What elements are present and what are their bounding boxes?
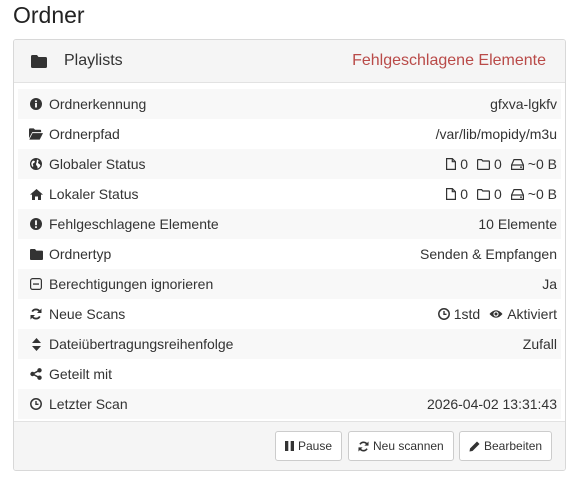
row-label: Geteilt mit [49, 366, 113, 382]
row-folder-id: Ordnerkennung gfxva-lgkfv [18, 89, 561, 119]
row-label: Lokaler Status [49, 186, 139, 202]
folder-type-value: Senden & Empfangen [420, 246, 557, 262]
folder-id-value: gfxva-lgkfv [490, 96, 557, 112]
page-title: Ordner [13, 2, 85, 28]
local-status-value: 0 0 ~0 B [446, 186, 557, 202]
clock-icon [29, 398, 43, 410]
eye-icon [489, 310, 503, 318]
last-scan-value: 2026-04-02 13:31:43 [427, 396, 557, 412]
local-dirs-count: 0 [494, 186, 502, 202]
refresh-icon [29, 308, 43, 320]
folder-name: Playlists [64, 52, 123, 69]
row-rescans: Neue Scans 1std Aktiviert [18, 299, 561, 329]
pause-button[interactable]: Pause [275, 431, 343, 461]
folder-path-value: /var/lib/mopidy/m3u [435, 126, 557, 142]
sort-icon [29, 337, 43, 351]
row-folder-path: Ordnerpfad /var/lib/mopidy/m3u [18, 119, 561, 149]
row-label: Dateiübertragungsreihenfolge [49, 336, 234, 352]
row-label: Neue Scans [49, 306, 126, 322]
global-files-count: 0 [460, 156, 468, 172]
rescan-button[interactable]: Neu scannen [348, 431, 454, 461]
pause-icon [285, 441, 294, 451]
pull-order-value: Zufall [522, 336, 557, 352]
row-label: Ordnerpfad [49, 126, 120, 142]
folder-status: Fehlgeschlagene Elemente [352, 52, 546, 69]
rescans-value: 1std Aktiviert [437, 306, 557, 322]
folder-open-icon [29, 128, 43, 140]
global-dirs-count: 0 [494, 156, 502, 172]
refresh-icon [358, 440, 369, 452]
file-icon [446, 158, 457, 170]
row-failed-items: Fehlgeschlagene Elemente 10 Elemente [18, 209, 561, 239]
row-local-status: Lokaler Status 0 0 ~0 B [18, 179, 561, 209]
row-pull-order: Dateiübertragungsreihenfolge Zufall [18, 329, 561, 359]
share-icon [29, 368, 43, 380]
row-label: Ordnerkennung [49, 96, 147, 112]
folder-outline-icon [477, 188, 490, 200]
folder-icon [31, 54, 49, 68]
row-label: Letzter Scan [49, 396, 128, 412]
watch-status: Aktiviert [507, 306, 557, 322]
clock-icon [437, 308, 450, 320]
row-ignore-permissions: Berechtigungen ignorieren Ja [18, 269, 561, 299]
local-size: ~0 B [527, 186, 557, 202]
pencil-icon [469, 441, 480, 451]
folder-panel-header[interactable]: Playlists Fehlgeschlagene Elemente [14, 40, 565, 83]
rescan-button-label: Neu scannen [373, 439, 444, 453]
row-label: Fehlgeschlagene Elemente [49, 216, 219, 232]
folder-outline-icon [477, 158, 490, 170]
globe-icon [29, 158, 43, 170]
file-icon [446, 188, 457, 200]
rescan-interval: 1std [453, 306, 481, 322]
row-global-status: Globaler Status 0 0 ~0 B [18, 149, 561, 179]
row-label: Berechtigungen ignorieren [49, 276, 214, 292]
panel-footer: Pause Neu scannen Bearbeiten [14, 421, 565, 470]
info-circle-icon [29, 98, 43, 110]
row-label: Ordnertyp [49, 246, 112, 262]
local-files-count: 0 [460, 186, 468, 202]
folder-icon [29, 248, 43, 260]
pause-button-label: Pause [298, 439, 333, 453]
ignore-permissions-value: Ja [542, 276, 557, 292]
hdd-icon [510, 158, 524, 170]
row-folder-type: Ordnertyp Senden & Empfangen [18, 239, 561, 269]
row-shared-with: Geteilt mit [18, 359, 561, 389]
edit-button-label: Bearbeiten [484, 439, 543, 453]
edit-button[interactable]: Bearbeiten [459, 431, 553, 461]
home-icon [29, 188, 43, 200]
row-label: Globaler Status [49, 156, 146, 172]
row-last-scan: Letzter Scan 2026-04-02 13:31:43 [18, 389, 561, 419]
exclamation-circle-icon [29, 218, 43, 230]
folder-panel: Playlists Fehlgeschlagene Elemente Ordne… [13, 39, 566, 471]
global-size: ~0 B [527, 156, 557, 172]
hdd-icon [510, 188, 524, 200]
failed-items-link[interactable]: 10 Elemente [478, 216, 557, 232]
global-status-value: 0 0 ~0 B [446, 156, 557, 172]
minus-square-icon [29, 278, 43, 290]
